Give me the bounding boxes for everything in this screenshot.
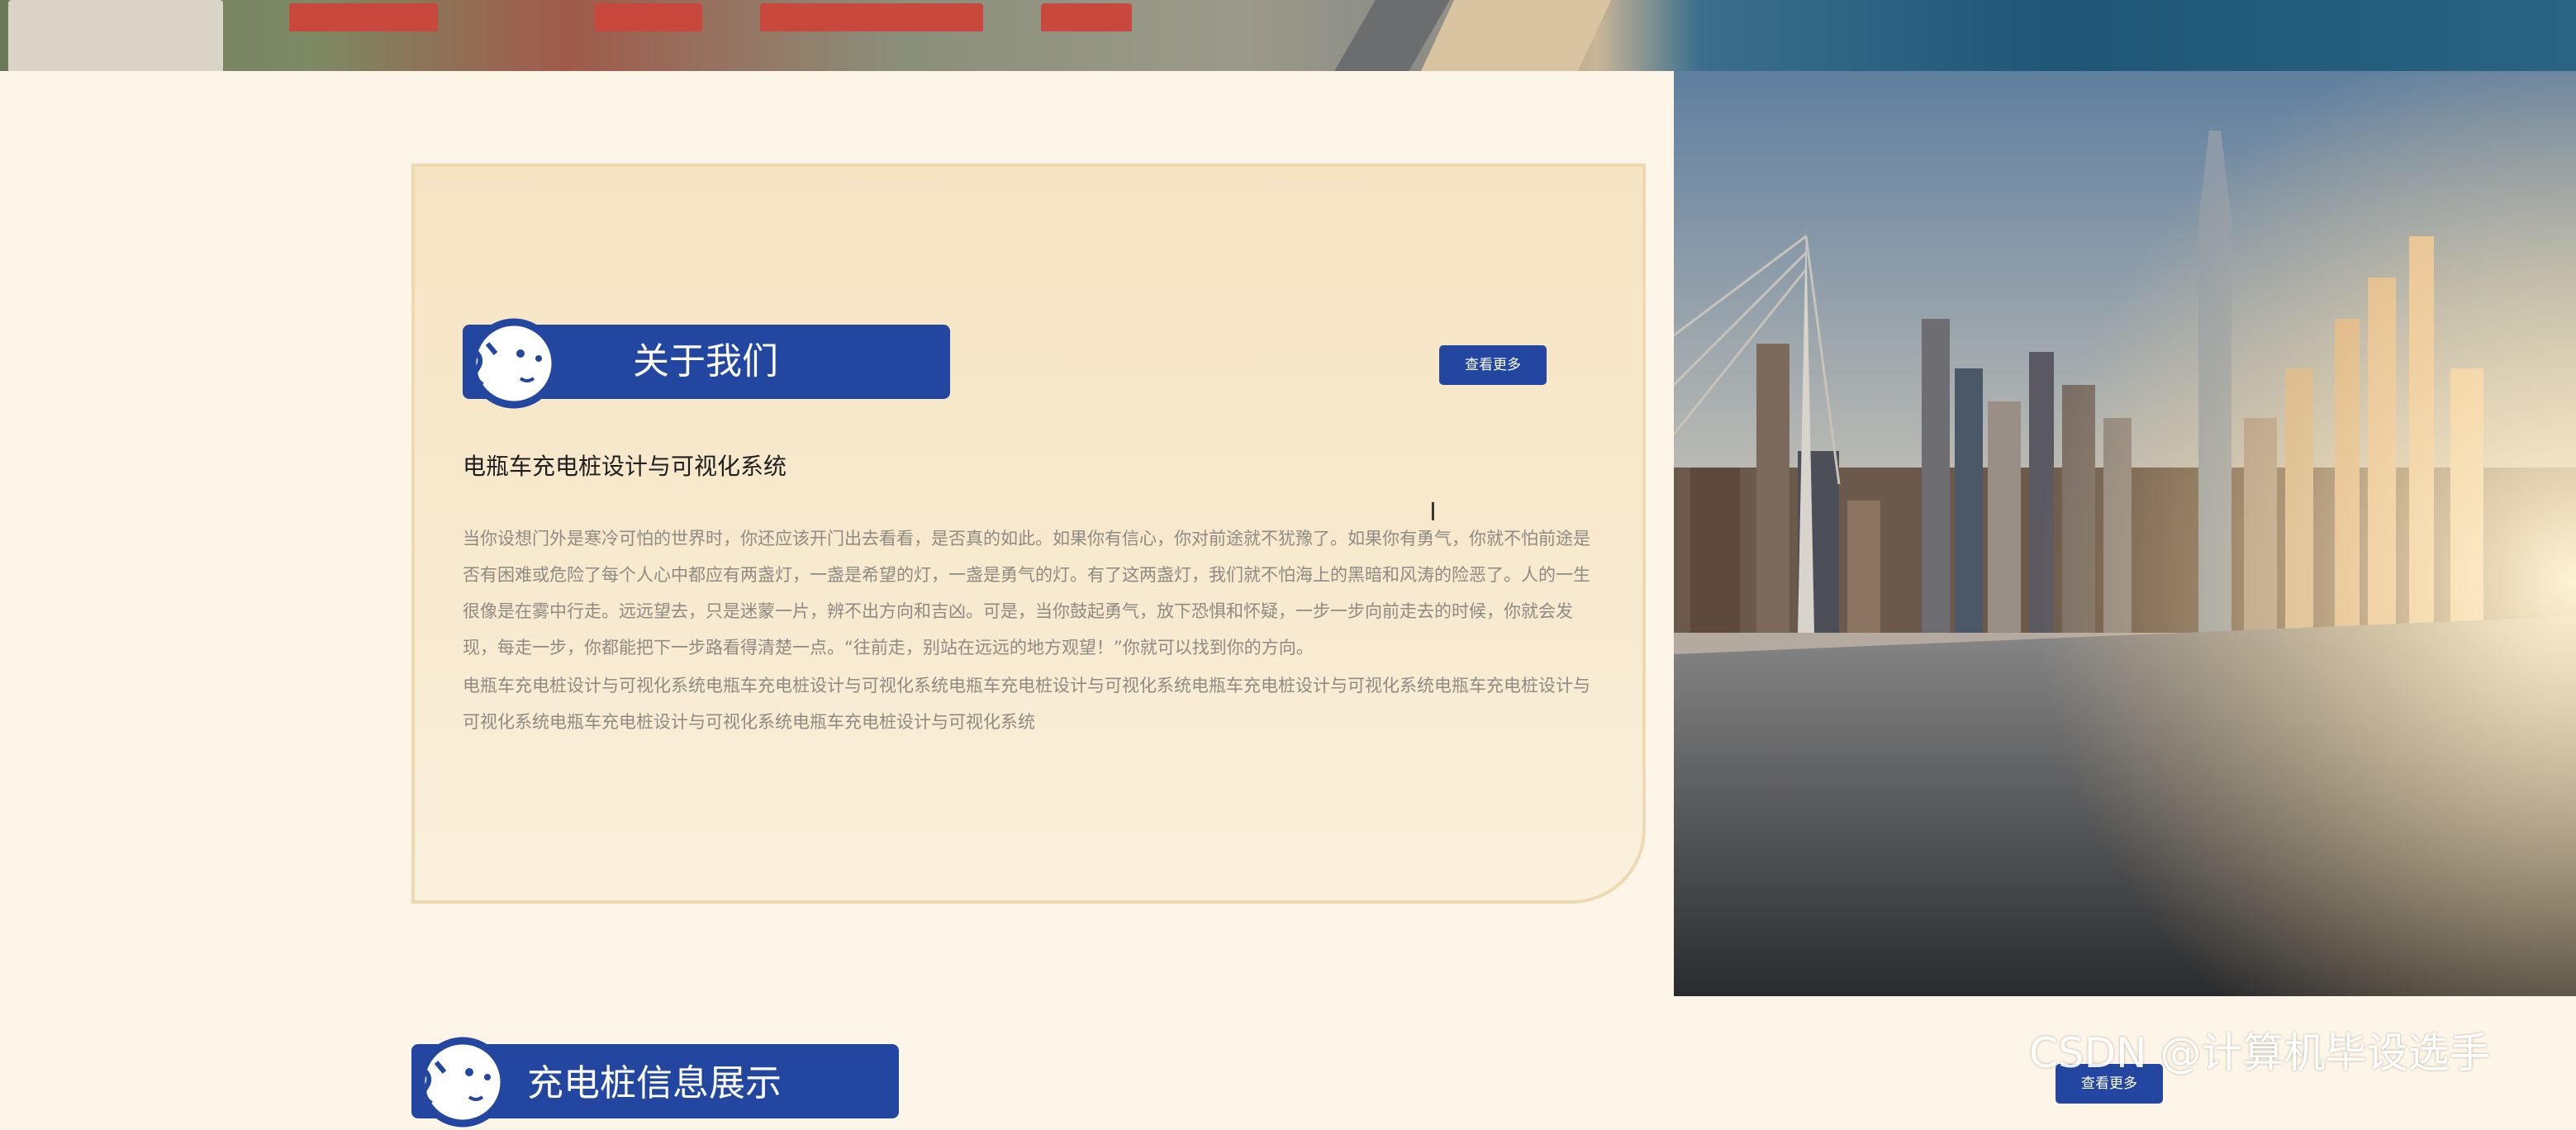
about-paragraph: 当你设想门外是寒冷可怕的世界时，你还应该开门出去看看，是否真的如此。如果你有信心… xyxy=(463,529,1590,658)
system-title: 电瓶车充电桩设计与可视化系统 xyxy=(463,453,787,480)
text-cursor-icon: I xyxy=(1429,498,1437,527)
watermark: CSDN @计算机毕设选手 xyxy=(2029,1029,2491,1077)
about-paragraph-repeat: 电瓶车充电桩设计与可视化系统电瓶车充电桩设计与可视化系统电瓶车充电桩设计与可视化… xyxy=(463,676,1590,732)
mascot-icon xyxy=(468,318,555,409)
city-skyline-image xyxy=(1674,71,2576,996)
top-banner-image xyxy=(0,0,2576,71)
about-heading: 关于我们 xyxy=(633,340,778,382)
charging-heading: 充电桩信息展示 xyxy=(527,1062,782,1104)
mascot-icon xyxy=(417,1037,504,1128)
about-more-button[interactable]: 查看更多 xyxy=(1439,345,1547,385)
